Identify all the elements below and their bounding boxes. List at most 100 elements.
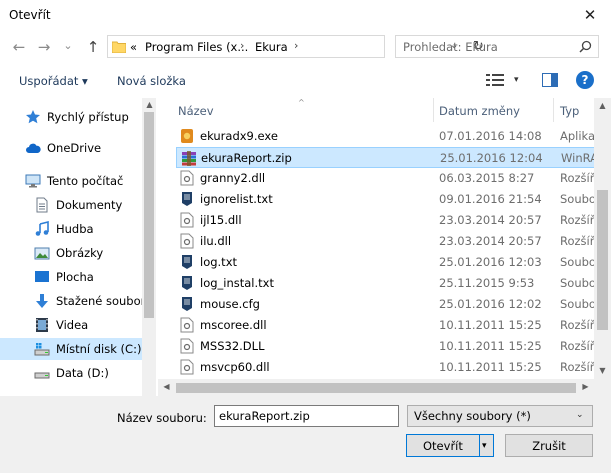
scroll-left-arrow[interactable]: ◀ xyxy=(158,382,175,391)
nav-item-documents[interactable]: Dokumenty xyxy=(0,194,142,216)
file-name: ekuraReport.zip xyxy=(201,151,292,165)
file-date: 25.01.2016 12:02 xyxy=(439,297,542,311)
desktop-icon xyxy=(34,269,50,285)
zip-archive-icon xyxy=(181,150,197,166)
preview-pane-icon[interactable] xyxy=(542,73,558,87)
exe-file-icon xyxy=(180,128,194,144)
nav-item-label: Tento počítač xyxy=(47,174,124,188)
help-button[interactable]: ? xyxy=(576,71,594,89)
file-name: MSS32.DLL xyxy=(200,339,265,353)
file-name: ijl15.dll xyxy=(200,213,242,227)
nav-item-label: Stažené soubory xyxy=(56,294,153,308)
pictures-icon xyxy=(34,245,50,261)
column-date[interactable]: Datum změny xyxy=(439,104,520,118)
breadcrumb-ekura[interactable]: Ekura xyxy=(255,40,288,54)
scroll-up-arrow[interactable]: ▲ xyxy=(594,101,611,110)
file-date: 07.01.2016 14:08 xyxy=(439,129,542,143)
file-type: Aplika xyxy=(560,129,594,143)
breadcrumb-program-files[interactable]: Program Files (x... xyxy=(145,40,248,54)
column-type[interactable]: Typ xyxy=(560,104,579,118)
column-divider[interactable] xyxy=(433,98,434,122)
file-row-ignorelist-txt[interactable]: ignorelist.txt 09.01.2016 21:54 Soubo xyxy=(176,189,594,210)
config-file-icon xyxy=(180,296,194,312)
file-row-msvcp60-dll[interactable]: msvcp60.dll 10.11.2011 15:25 Rozšíř xyxy=(176,357,594,378)
file-row-ijl15-dll[interactable]: ijl15.dll 23.03.2014 20:57 Rozšíř xyxy=(176,210,594,231)
scroll-down-arrow[interactable]: ▼ xyxy=(594,366,611,375)
videos-icon xyxy=(34,317,50,333)
dll-file-icon xyxy=(180,170,194,186)
file-name: ekuradx9.exe xyxy=(200,129,278,143)
file-date: 25.11.2015 9:53 xyxy=(439,276,535,290)
file-row-mss32-dll[interactable]: MSS32.DLL 10.11.2011 15:25 Rozšíř xyxy=(176,336,594,357)
music-icon xyxy=(34,221,50,237)
nav-item-label: Videa xyxy=(56,318,89,332)
forward-button[interactable]: → xyxy=(33,36,55,58)
close-button[interactable]: ✕ xyxy=(569,0,611,30)
search-icon[interactable] xyxy=(579,40,592,53)
nav-item-pictures[interactable]: Obrázky xyxy=(0,242,142,264)
open-split-divider xyxy=(479,435,480,456)
file-row-mouse-cfg[interactable]: mouse.cfg 25.01.2016 12:02 Soubo xyxy=(176,294,594,315)
computer-icon xyxy=(25,173,41,189)
open-button[interactable]: Otevřít ▾ xyxy=(406,434,494,457)
column-name[interactable]: Název xyxy=(178,104,214,118)
file-date: 09.01.2016 21:54 xyxy=(439,192,542,206)
nav-item-label: Plocha xyxy=(56,270,94,284)
file-type-filter-select[interactable]: Všechny soubory (*) xyxy=(407,405,593,427)
dll-file-icon xyxy=(180,317,194,333)
address-bar[interactable]: « Program Files (x... › Ekura › ⌄ ↻ xyxy=(107,35,484,58)
nav-item-this-pc[interactable]: Tento počítač xyxy=(0,170,142,192)
file-type: Soubo xyxy=(560,276,594,290)
nav-item-label: Hudba xyxy=(56,222,94,236)
nav-item-music[interactable]: Hudba xyxy=(0,218,142,240)
file-type: Rozšíř xyxy=(560,171,594,185)
nav-item-data-d[interactable]: Data (D:) xyxy=(0,362,142,384)
file-name: log.txt xyxy=(200,255,238,269)
column-divider[interactable] xyxy=(553,98,554,122)
nav-item-onedrive[interactable]: OneDrive xyxy=(0,137,142,159)
horizontal-scroll-thumb[interactable] xyxy=(176,383,576,393)
new-folder-button[interactable]: Nová složka xyxy=(117,74,186,88)
file-row-log-instal-txt[interactable]: log_instal.txt 25.11.2015 9:53 Soubo xyxy=(176,273,594,294)
nav-item-label: Místní disk (C:) xyxy=(56,342,142,356)
nav-item-label: Data (D:) xyxy=(56,366,109,380)
up-button[interactable]: ↑ xyxy=(82,36,104,58)
chevron-down-icon[interactable]: ⌄ xyxy=(576,410,584,420)
scrollbar-corner xyxy=(594,379,611,396)
nav-scroll-up-arrow[interactable]: ▲ xyxy=(141,100,158,109)
text-file-icon xyxy=(180,191,194,207)
nav-item-desktop[interactable]: Plocha xyxy=(0,266,142,288)
scroll-right-arrow[interactable]: ▶ xyxy=(577,382,594,391)
breadcrumb-overflow[interactable]: « xyxy=(130,40,137,54)
nav-item-local-disk-c[interactable]: Místní disk (C:) xyxy=(0,338,142,360)
cancel-button[interactable]: Zrušit xyxy=(505,434,593,457)
file-type: Rozšíř xyxy=(560,318,594,332)
view-dropdown-icon[interactable]: ▾ xyxy=(514,75,519,85)
view-options-icon[interactable] xyxy=(486,73,504,87)
file-row-ilu-dll[interactable]: ilu.dll 23.03.2014 20:57 Rozšíř xyxy=(176,231,594,252)
file-type: Soubo xyxy=(560,297,594,311)
nav-item-quick-access[interactable]: Rychlý přístup xyxy=(0,106,142,128)
file-row-ekuradx9-exe[interactable]: ekuradx9.exe 07.01.2016 14:08 Aplika xyxy=(176,126,594,147)
organize-button[interactable]: Uspořádat ▾ xyxy=(19,74,88,88)
breadcrumb-separator[interactable]: › xyxy=(240,39,244,52)
search-box[interactable]: Prohledat: Ekura xyxy=(395,35,599,58)
file-row-granny2-dll[interactable]: granny2.dll 06.03.2015 8:27 Rozšíř xyxy=(176,168,594,189)
file-type: Soubo xyxy=(560,192,594,206)
file-type: Soubo xyxy=(560,255,594,269)
nav-scroll-thumb[interactable] xyxy=(144,112,154,318)
file-row-mscoree-dll[interactable]: mscoree.dll 10.11.2011 15:25 Rozšíř xyxy=(176,315,594,336)
vertical-scroll-thumb[interactable] xyxy=(597,190,608,330)
nav-item-label: Dokumenty xyxy=(56,198,123,212)
file-date: 06.03.2015 8:27 xyxy=(439,171,535,185)
breadcrumb-separator[interactable]: › xyxy=(294,39,298,52)
folder-icon xyxy=(112,40,126,53)
nav-item-downloads[interactable]: Stažené soubory xyxy=(0,290,152,312)
filename-input[interactable] xyxy=(214,405,399,427)
back-button[interactable]: ← xyxy=(8,36,30,58)
file-row-log-txt[interactable]: log.txt 25.01.2016 12:03 Soubo xyxy=(176,252,594,273)
nav-item-videos[interactable]: Videa xyxy=(0,314,142,336)
open-options-dropdown-icon[interactable]: ▾ xyxy=(482,441,487,451)
recent-locations-button[interactable]: ⌄ xyxy=(57,34,79,56)
file-row-ekurareport-zip[interactable]: ekuraReport.zip 25.01.2016 12:04 WinRA xyxy=(176,147,594,168)
